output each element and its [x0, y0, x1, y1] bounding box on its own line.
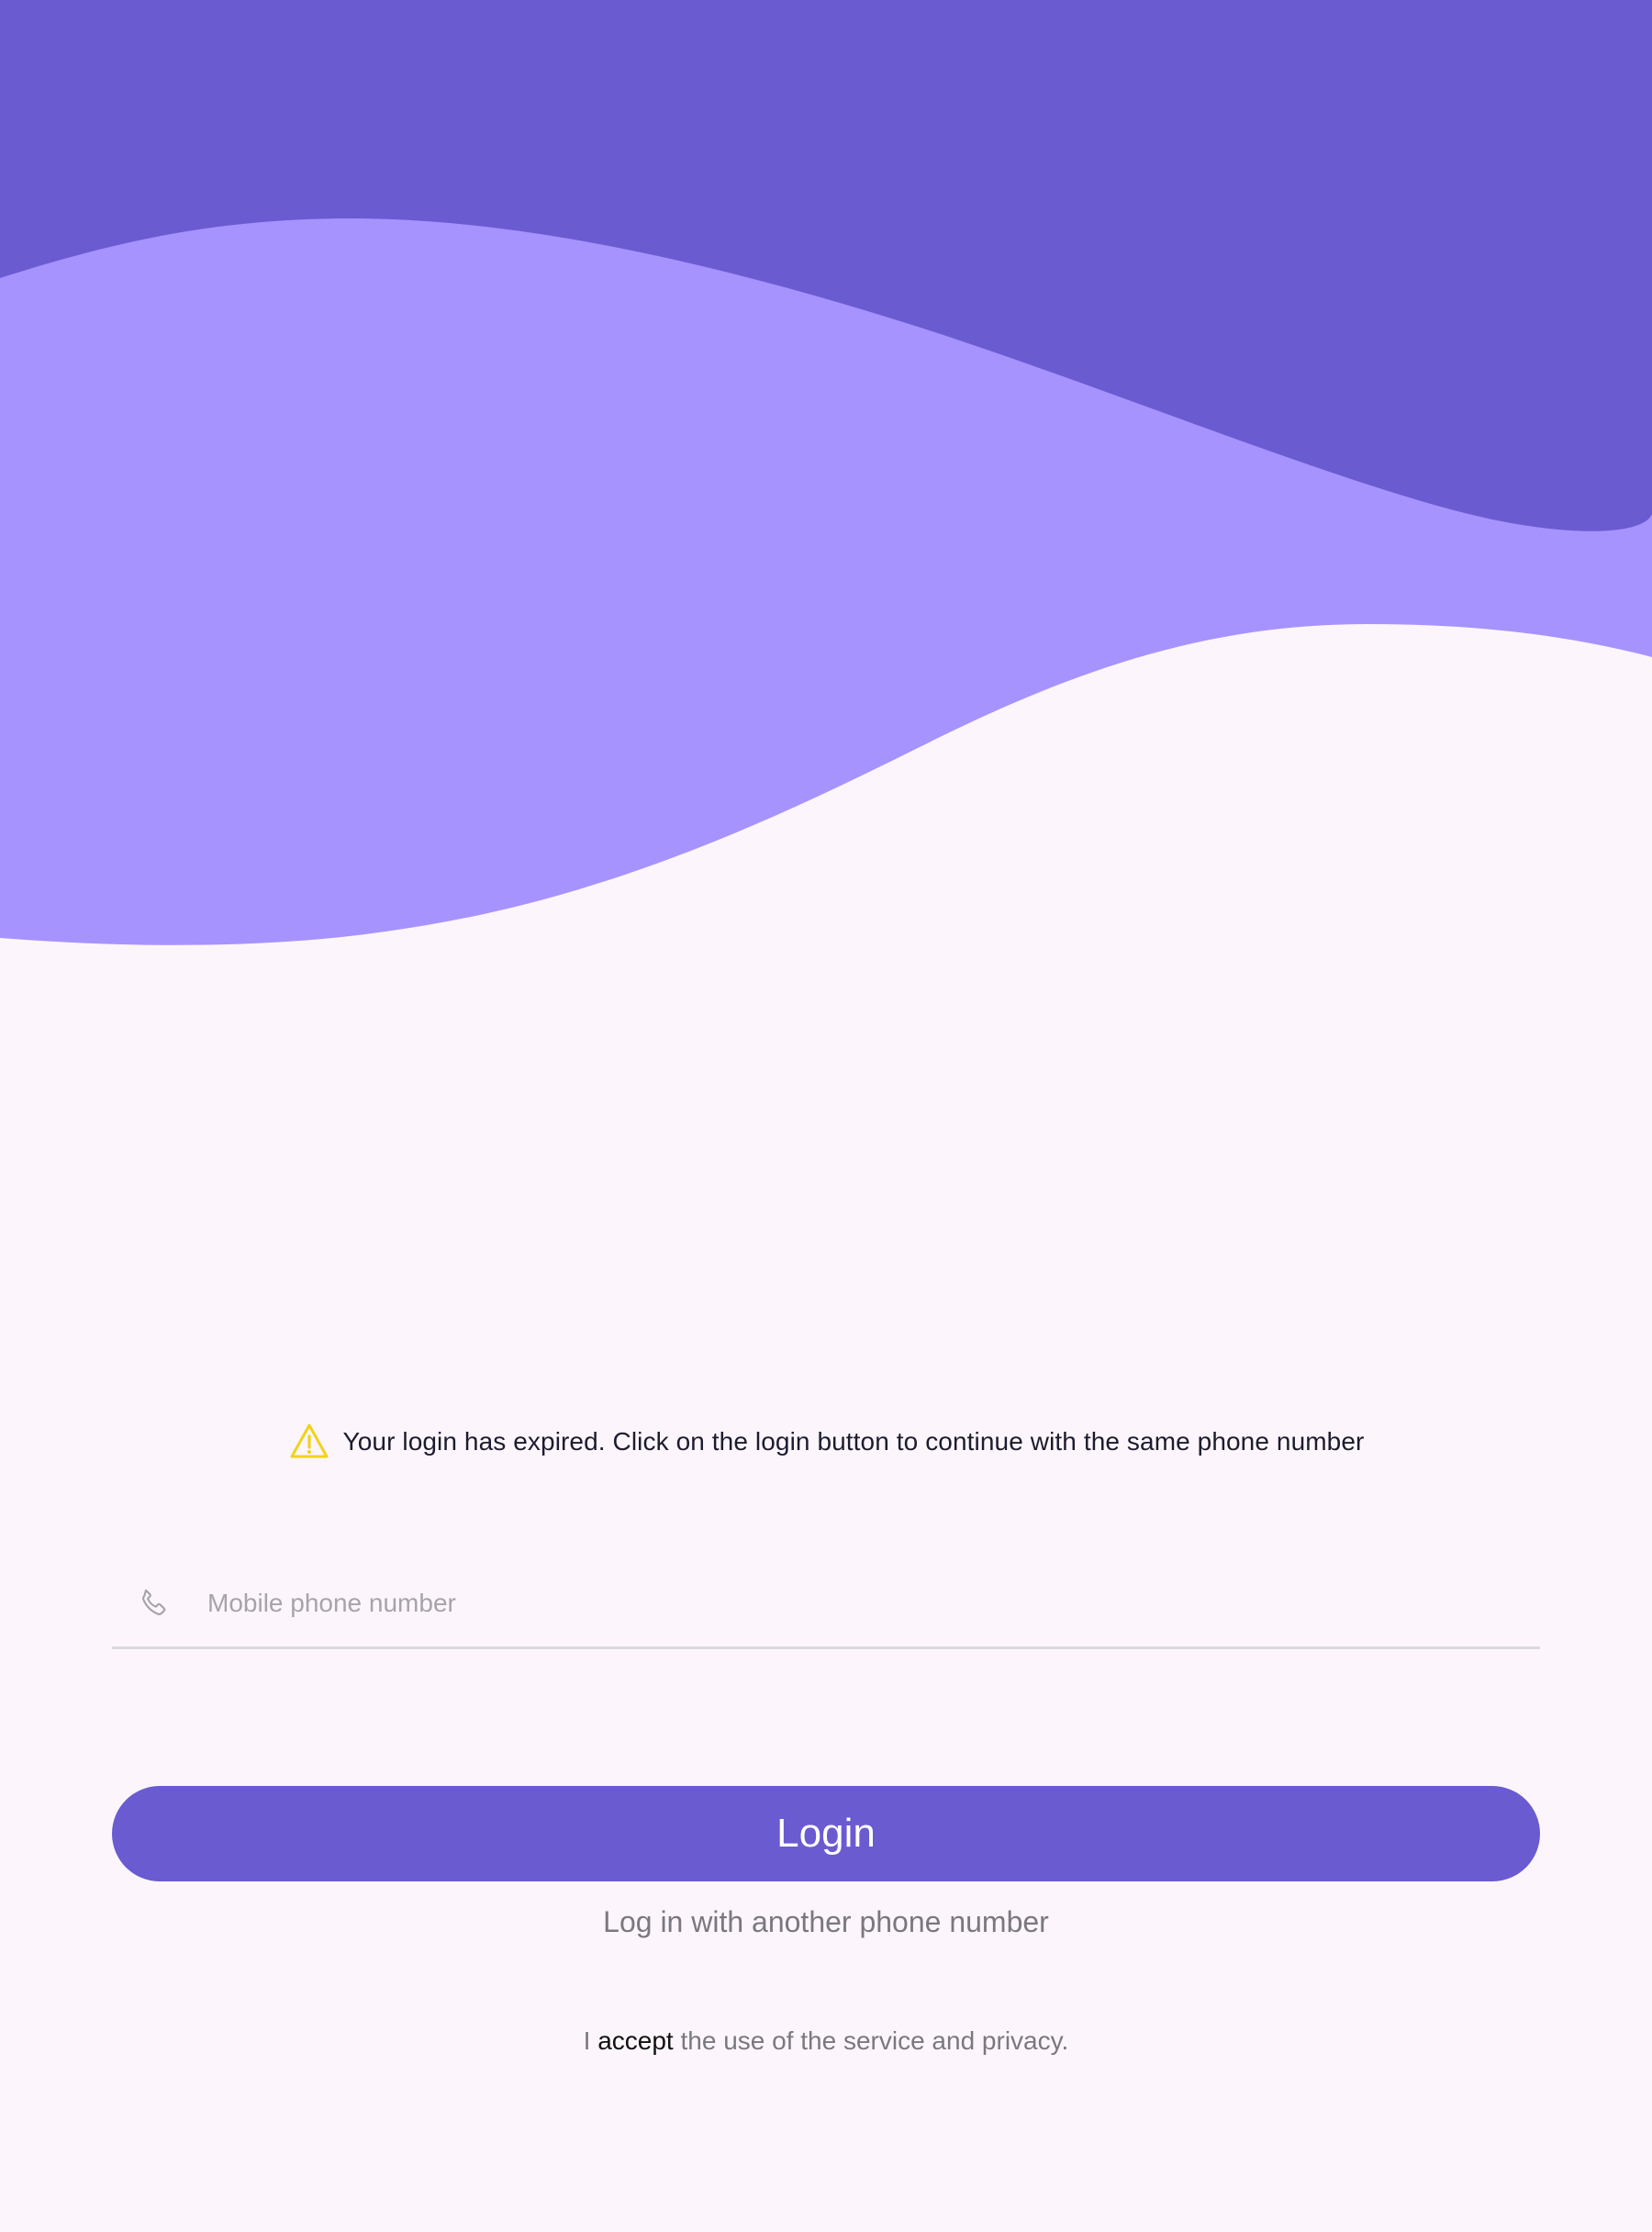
phone-number-field[interactable] [112, 1560, 1540, 1649]
terms-prefix: I [583, 2026, 591, 2055]
login-expired-warning: Your login has expired. Click on the log… [0, 1421, 1652, 1463]
accept-terms-link[interactable]: accept [597, 2026, 674, 2055]
login-with-another-number-link[interactable]: Log in with another phone number [0, 1905, 1652, 1939]
phone-number-input[interactable] [207, 1576, 1540, 1631]
warning-triangle-icon [288, 1421, 330, 1463]
terms-text: I accept the use of the service and priv… [0, 2026, 1652, 2056]
warning-message: Your login has expired. Click on the log… [342, 1427, 1365, 1456]
header-wave-background [0, 0, 1652, 945]
phone-icon [136, 1585, 173, 1622]
login-button[interactable]: Login [112, 1786, 1540, 1881]
terms-suffix: the use of the service and privacy. [680, 2026, 1069, 2055]
